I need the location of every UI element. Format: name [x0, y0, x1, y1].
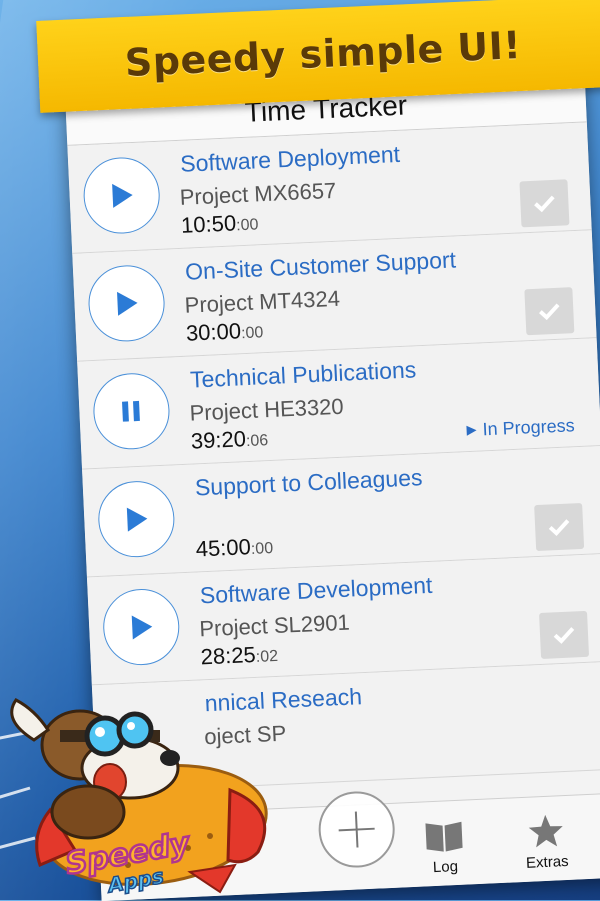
task-time: 10:50:00: [180, 210, 259, 238]
task-time: 45:00:00: [195, 534, 274, 562]
tab-extras[interactable]: Extras: [500, 812, 592, 873]
task-project: Project HE3320: [189, 393, 345, 426]
task-title: Software Development: [199, 571, 433, 609]
banner-text: Speedy simple UI!: [123, 23, 523, 85]
play-button[interactable]: [81, 155, 162, 236]
book-icon: [425, 821, 463, 852]
complete-checkbox[interactable]: [519, 179, 570, 228]
task-time: 39:20:06: [190, 426, 269, 454]
play-button[interactable]: [96, 479, 177, 559]
plus-icon: [338, 811, 375, 848]
play-icon: [117, 291, 138, 316]
status-arrow-icon: ▶: [466, 421, 477, 438]
task-project: Project MX6657: [179, 177, 337, 210]
play-button[interactable]: [101, 587, 181, 667]
status-indicator: ▶ In Progress: [466, 415, 576, 440]
task-time: 30:00:00: [185, 318, 264, 346]
task-project: Project MT4324: [184, 285, 341, 318]
speedy-apps-mascot: Speedy Apps: [0, 698, 268, 898]
checkmark-icon: [553, 627, 575, 644]
checkmark-icon: [539, 303, 560, 321]
task-title: Support to Colleagues: [194, 464, 423, 501]
task-title: On-Site Customer Support: [184, 246, 457, 285]
task-title: Software Deployment: [179, 140, 401, 177]
pause-icon: [122, 400, 140, 422]
play-icon: [112, 183, 133, 208]
complete-checkbox[interactable]: [524, 287, 575, 336]
pause-button[interactable]: [91, 371, 172, 451]
complete-checkbox[interactable]: [534, 502, 585, 552]
tab-extras-label: Extras: [525, 852, 569, 872]
task-project: Project SL2901: [198, 609, 351, 642]
play-icon: [131, 615, 153, 640]
add-task-button[interactable]: [316, 789, 397, 870]
complete-checkbox[interactable]: [539, 610, 590, 659]
task-title: Technical Publications: [189, 356, 417, 393]
checkmark-icon: [534, 195, 555, 213]
tab-log[interactable]: Log: [398, 819, 490, 878]
play-button[interactable]: [86, 263, 167, 344]
checkmark-icon: [548, 519, 570, 536]
tab-log-label: Log: [432, 857, 459, 877]
speed-lines: [0, 728, 41, 849]
star-icon: [528, 814, 563, 848]
play-icon: [126, 507, 148, 532]
